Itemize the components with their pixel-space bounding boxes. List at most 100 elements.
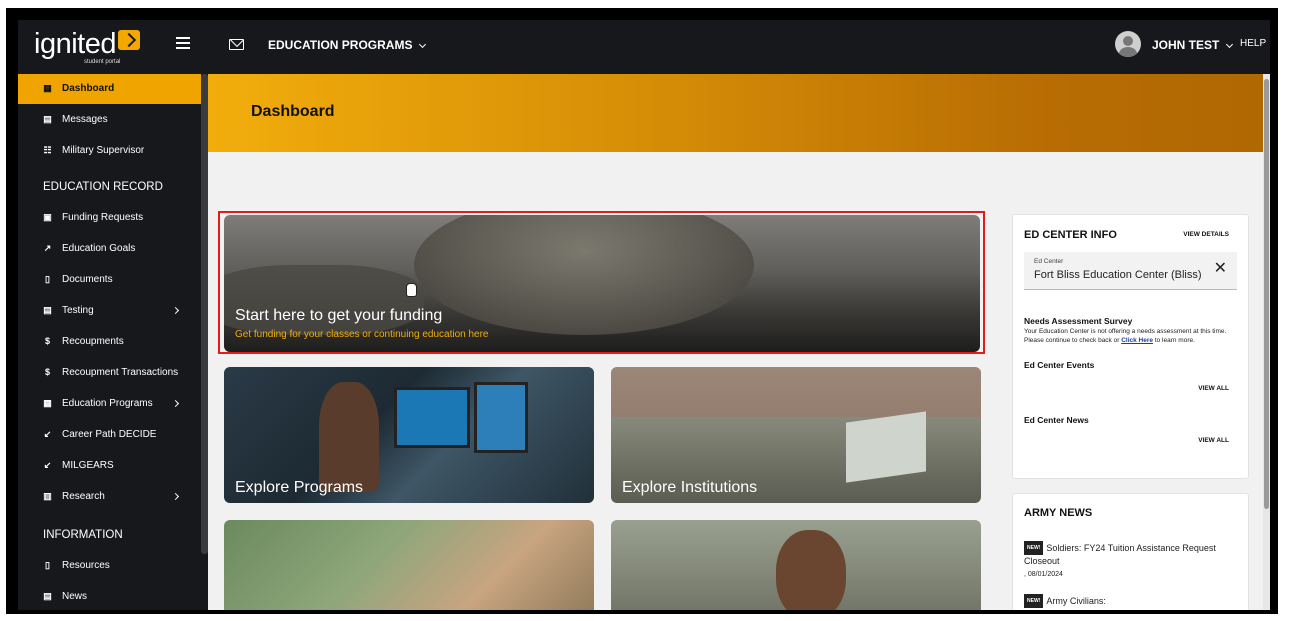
news-date: , 08/01/2024 [1024, 571, 1063, 578]
external-link-icon: ↙ [43, 429, 52, 439]
testing-icon: ▤ [43, 305, 52, 315]
sidebar-item-funding-requests[interactable]: ▣ Funding Requests [18, 203, 201, 233]
sidebar-item-label: Documents [62, 274, 113, 285]
view-details-link[interactable]: VIEW DETAILS [1183, 231, 1229, 238]
document-icon: ▯ [45, 274, 50, 284]
chevron-right-icon [171, 399, 180, 408]
sidebar-item-label: News [62, 591, 88, 602]
document-icon: ▯ [45, 560, 50, 570]
logo-text: ignited [34, 28, 116, 60]
user-menu[interactable]: JOHN TEST [1152, 38, 1234, 52]
sidebar-item-label: Education Programs [62, 398, 153, 409]
sidebar-item-milgears[interactable]: ↙ MILGEARS [18, 451, 201, 481]
sidebar-item-label: MILGEARS [62, 460, 114, 471]
ed-center-select[interactable]: Ed Center Fort Bliss Education Center (B… [1024, 252, 1237, 290]
main-scrollbar[interactable] [1263, 74, 1270, 610]
family-tile[interactable] [224, 520, 594, 610]
explore-programs-tile[interactable]: Explore Programs [224, 367, 594, 503]
chevron-down-icon [1226, 40, 1234, 49]
news-item[interactable]: NEW! Army Civilians: [1024, 594, 1234, 608]
sidebar-item-documents[interactable]: ▯ Documents [18, 265, 201, 295]
sidebar-item-recoupment-transactions[interactable]: $ Recoupment Transactions [18, 358, 201, 388]
tile-image-monitor [474, 382, 528, 453]
education-programs-menu[interactable]: EDUCATION PROGRAMS [268, 38, 427, 52]
logo[interactable]: ignited [34, 29, 140, 59]
sidebar-item-label: Military Supervisor [62, 145, 145, 156]
user-avatar-icon[interactable] [1115, 31, 1141, 57]
news-item[interactable]: NEW! Soldiers: FY24 Tuition Assistance Re… [1024, 541, 1234, 581]
new-badge: NEW! [1024, 541, 1044, 555]
dashboard-icon: ▦ [43, 83, 52, 93]
tile-image-monitor [394, 387, 470, 448]
hand-cursor-icon [406, 283, 417, 297]
section-information: INFORMATION [43, 529, 123, 541]
explore-institutions-tile[interactable]: Explore Institutions [611, 367, 981, 503]
help-link[interactable]: HELP [1240, 38, 1266, 49]
messages-icon: ▤ [43, 114, 52, 124]
chevron-right-icon [171, 492, 180, 501]
page-header-banner: Dashboard [208, 74, 1263, 152]
highlight-box [218, 211, 985, 354]
news-icon: ▤ [43, 591, 52, 601]
sidebar-item-education-programs[interactable]: ▦ Education Programs [18, 389, 201, 419]
page-title: Dashboard [251, 103, 335, 120]
research-icon: ▥ [43, 491, 52, 501]
programs-icon: ▦ [43, 398, 52, 408]
tile-image-sign [846, 411, 926, 483]
mail-icon[interactable] [229, 39, 244, 50]
click-here-link[interactable]: Click Here [1121, 337, 1153, 344]
sidebar-item-education-goals[interactable]: ↗ Education Goals [18, 234, 201, 264]
sidebar-item-label: Research [62, 491, 105, 502]
user-name-label: JOHN TEST [1152, 38, 1220, 52]
sidebar-item-resources[interactable]: ▯ Resources [18, 551, 201, 581]
education-programs-label: EDUCATION PROGRAMS [268, 38, 413, 52]
chevron-down-icon [419, 40, 427, 49]
hamburger-menu-icon[interactable] [176, 37, 190, 49]
sidebar-item-testing[interactable]: ▤ Testing [18, 296, 201, 326]
sidebar-item-label: Recoupment Transactions [62, 367, 179, 378]
sidebar-item-label: Resources [62, 560, 110, 571]
sidebar-item-messages[interactable]: ▤ Messages [18, 105, 201, 135]
funding-icon: ▣ [43, 212, 52, 222]
sidebar-item-career-path-decide[interactable]: ↙ Career Path DECIDE [18, 420, 201, 450]
top-bar: ignited student portal EDUCATION PROGRAM… [18, 20, 1270, 74]
sidebar-item-research[interactable]: ▥ Research [18, 482, 201, 512]
dollar-icon: $ [44, 367, 50, 377]
news-headline: Soldiers: FY24 Tuition Assistance Reques… [1024, 543, 1216, 566]
dollar-icon: $ [44, 336, 50, 346]
events-view-all-link[interactable]: VIEW ALL [1198, 385, 1229, 392]
tile-image-building [611, 367, 981, 417]
section-education-record: EDUCATION RECORD [43, 181, 163, 193]
logo-subtitle: student portal [84, 59, 121, 65]
news-view-all-link[interactable]: VIEW ALL [1198, 437, 1229, 444]
needs-text-end: to learn more. [1154, 337, 1195, 344]
army-news-panel: ARMY NEWS NEW! Soldiers: FY24 Tuition Ass… [1012, 493, 1249, 610]
goals-icon: ↗ [43, 243, 52, 253]
scrollbar-thumb[interactable] [1264, 79, 1269, 509]
soldier-tile[interactable] [611, 520, 981, 610]
sidebar-scrollbar[interactable] [201, 74, 208, 554]
sidebar-item-dashboard[interactable]: ▦ Dashboard [18, 74, 201, 104]
app-window: ignited student portal EDUCATION PROGRAM… [18, 20, 1270, 610]
external-link-icon: ↙ [43, 460, 52, 470]
ed-center-field-label: Ed Center [1034, 258, 1064, 265]
sidebar-item-military-supervisor[interactable]: ☷ Military Supervisor [18, 136, 201, 166]
main-content: Dashboard Start here to get your funding… [208, 74, 1263, 610]
chevron-right-icon [171, 306, 180, 315]
ed-center-info-panel: ED CENTER INFO VIEW DETAILS Ed Center Fo… [1012, 214, 1249, 479]
explore-programs-label: Explore Programs [235, 479, 364, 496]
sidebar-item-label: Dashboard [62, 83, 115, 94]
sidebar-item-label: Messages [62, 114, 108, 125]
needs-assessment-title: Needs Assessment Survey [1024, 316, 1133, 326]
needs-assessment-text: Your Education Center is not offering a … [1024, 327, 1244, 345]
supervisor-icon: ☷ [43, 145, 52, 155]
ed-center-title: ED CENTER INFO [1024, 229, 1117, 241]
new-badge: NEW! [1024, 594, 1044, 608]
sidebar-item-recoupments[interactable]: $ Recoupments [18, 327, 201, 357]
sidebar-item-label: Funding Requests [62, 212, 144, 223]
ed-center-field-value: Fort Bliss Education Center (Bliss) [1034, 269, 1202, 281]
sidebar-item-label: Career Path DECIDE [62, 429, 157, 440]
clear-icon[interactable]: ✕ [1214, 261, 1227, 277]
sidebar-item-news[interactable]: ▤ News [18, 582, 201, 610]
tile-image-person [319, 382, 379, 492]
